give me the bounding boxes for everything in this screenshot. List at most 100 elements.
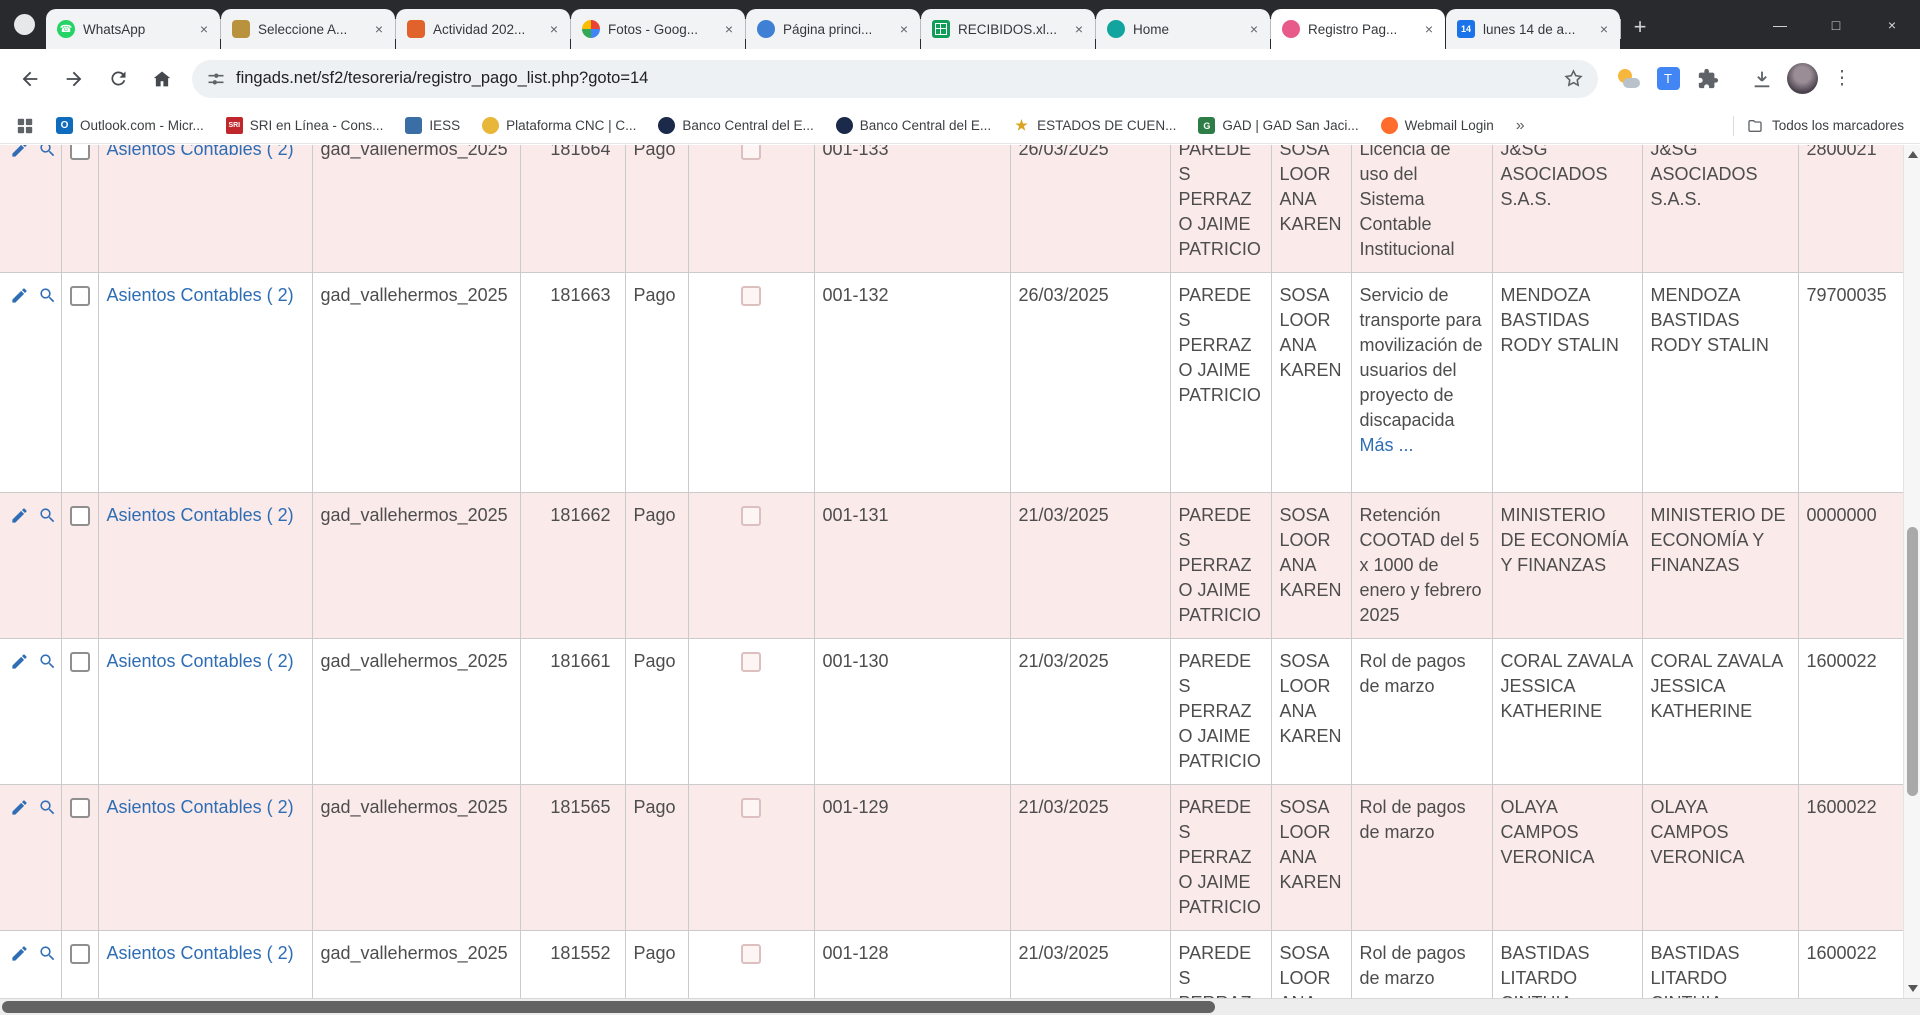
view-magnifier-icon[interactable]	[38, 944, 57, 970]
row-checkbox[interactable]	[70, 286, 90, 306]
asientos-contables-link[interactable]: Asientos Contables ( 2)	[107, 285, 294, 305]
row-checkbox-secondary[interactable]	[741, 145, 761, 160]
vertical-scrollbar-thumb[interactable]	[1907, 527, 1918, 796]
bookmark-item[interactable]: Outlook.com - Micr...	[48, 114, 212, 137]
tab-search-button[interactable]	[14, 14, 35, 35]
row-checkbox[interactable]	[70, 944, 90, 964]
tab-close-icon[interactable]: ×	[1595, 20, 1613, 38]
horizontal-scrollbar-thumb[interactable]	[2, 1001, 1215, 1013]
responsable-cell: PAREDES PERRAZO JAIME PATRICIO	[1170, 493, 1271, 639]
weather-extension-icon[interactable]	[1608, 59, 1648, 99]
database-cell: gad_vallehermos_2025	[312, 273, 520, 493]
row-checkbox-secondary[interactable]	[741, 798, 761, 818]
forward-button[interactable]	[53, 58, 95, 100]
browser-tab[interactable]: Registro Pag... ×	[1271, 9, 1445, 49]
bookmark-item[interactable]: IESS	[397, 114, 468, 137]
view-magnifier-icon[interactable]	[38, 798, 57, 824]
database-cell: gad_vallehermos_2025	[312, 493, 520, 639]
scroll-down-arrow[interactable]	[1908, 985, 1918, 992]
edit-pencil-icon[interactable]	[10, 798, 29, 824]
maximize-button[interactable]: □	[1808, 0, 1864, 49]
tab-close-icon[interactable]: ×	[1070, 20, 1088, 38]
row-checkbox-secondary[interactable]	[741, 944, 761, 964]
browser-tab[interactable]: Actividad 202... ×	[396, 9, 570, 49]
cuenta-cell: 1600022	[1798, 785, 1903, 931]
asientos-contables-link[interactable]: Asientos Contables ( 2)	[107, 797, 294, 817]
browser-tab[interactable]: Fotos - Goog... ×	[571, 9, 745, 49]
profile-avatar[interactable]	[1782, 59, 1822, 99]
apps-grid-icon[interactable]	[16, 117, 34, 135]
asientos-contables-link[interactable]: Asientos Contables ( 2)	[107, 943, 294, 963]
bookmark-star-icon[interactable]	[1563, 68, 1584, 89]
asientos-contables-link[interactable]: Asientos Contables ( 2)	[107, 651, 294, 671]
row-checkbox[interactable]	[70, 506, 90, 526]
view-magnifier-icon[interactable]	[38, 506, 57, 532]
edit-pencil-icon[interactable]	[10, 286, 29, 312]
browser-tab[interactable]: Página princi... ×	[746, 9, 920, 49]
bookmark-item[interactable]: Plataforma CNC | C...	[474, 114, 644, 137]
site-info-icon[interactable]	[206, 69, 226, 89]
browser-menu-icon[interactable]: ⋮	[1822, 59, 1862, 99]
view-magnifier-icon[interactable]	[38, 652, 57, 678]
all-bookmarks[interactable]: Todos los marcadores	[1721, 116, 1904, 136]
bookmark-item[interactable]: GAD | GAD San Jaci...	[1190, 114, 1366, 137]
row-checkbox[interactable]	[70, 798, 90, 818]
view-magnifier-icon[interactable]	[38, 286, 57, 312]
row-checkbox-secondary[interactable]	[741, 652, 761, 672]
edit-pencil-icon[interactable]	[10, 944, 29, 970]
edit-pencil-icon[interactable]	[10, 652, 29, 678]
tab-close-icon[interactable]: ×	[545, 20, 563, 38]
address-bar[interactable]: fingads.net/sf2/tesoreria/registro_pago_…	[192, 60, 1598, 98]
tab-close-icon[interactable]: ×	[1245, 20, 1263, 38]
beneficiario-cell: BASTIDAS LITARDO CINTHIA YADIRA	[1492, 931, 1642, 999]
edit-pencil-icon[interactable]	[10, 145, 29, 166]
edit-pencil-icon[interactable]	[10, 506, 29, 532]
reload-button[interactable]	[97, 58, 139, 100]
view-magnifier-icon[interactable]	[38, 145, 57, 166]
asientos-contables-link[interactable]: Asientos Contables ( 2)	[107, 505, 294, 525]
beneficiario2-cell: MENDOZA BASTIDAS RODY STALIN	[1642, 273, 1798, 493]
back-button[interactable]	[9, 58, 51, 100]
tab-close-icon[interactable]: ×	[895, 20, 913, 38]
tab-close-icon[interactable]: ×	[195, 20, 213, 38]
table-row: Asientos Contables ( 2) gad_vallehermos_…	[0, 639, 1903, 785]
scroll-up-arrow[interactable]	[1908, 151, 1918, 158]
row-checkbox[interactable]	[70, 145, 90, 160]
bookmark-item[interactable]: Banco Central del E...	[650, 114, 821, 137]
new-tab-button[interactable]: +	[1625, 12, 1655, 42]
descripcion-cell: Rol de pagos de marzo	[1351, 931, 1492, 999]
home-button[interactable]	[141, 58, 183, 100]
url-text[interactable]: fingads.net/sf2/tesoreria/registro_pago_…	[236, 69, 1563, 88]
browser-tab[interactable]: Seleccione A... ×	[221, 9, 395, 49]
gad-icon	[1198, 117, 1215, 134]
extensions-puzzle-icon[interactable]	[1688, 59, 1728, 99]
id-cell: 181664	[520, 145, 625, 273]
responsable2-cell: SOSA LOOR ANA KAREN	[1271, 493, 1351, 639]
bookmark-item[interactable]: SRI SRI en Línea - Cons...	[218, 114, 392, 137]
bookmark-item[interactable]: Webmail Login	[1373, 114, 1502, 137]
row-checkbox[interactable]	[70, 652, 90, 672]
row-checkbox-secondary[interactable]	[741, 286, 761, 306]
numero-cell: 001-132	[814, 273, 1010, 493]
close-button[interactable]: ×	[1864, 0, 1920, 49]
translate-icon[interactable]	[1648, 59, 1688, 99]
minimize-button[interactable]: —	[1752, 0, 1808, 49]
browser-tab[interactable]: 14 lunes 14 de a... ×	[1446, 9, 1620, 49]
mas-link[interactable]: Más ...	[1360, 435, 1414, 455]
browser-tab[interactable]: RECIBIDOS.xl... ×	[921, 9, 1095, 49]
horizontal-scrollbar[interactable]	[0, 998, 1920, 1015]
vertical-scrollbar[interactable]	[1903, 145, 1920, 998]
browser-tab[interactable]: Home ×	[1096, 9, 1270, 49]
downloads-icon[interactable]	[1742, 59, 1782, 99]
bookmark-item[interactable]: ESTADOS DE CUEN...	[1005, 114, 1184, 137]
bookmarks-overflow-chevron[interactable]: »	[1516, 117, 1525, 135]
bookmark-item[interactable]: Banco Central del E...	[828, 114, 999, 137]
tab-close-icon[interactable]: ×	[1420, 20, 1438, 38]
responsable-cell: PAREDES PERRAZO JAIME PATRICIO	[1170, 639, 1271, 785]
tab-close-icon[interactable]: ×	[370, 20, 388, 38]
tab-close-icon[interactable]: ×	[720, 20, 738, 38]
tab-title: Seleccione A...	[258, 22, 364, 37]
browser-tab[interactable]: WhatsApp ×	[46, 9, 220, 49]
asientos-contables-link[interactable]: Asientos Contables ( 2)	[107, 145, 294, 159]
row-checkbox-secondary[interactable]	[741, 506, 761, 526]
